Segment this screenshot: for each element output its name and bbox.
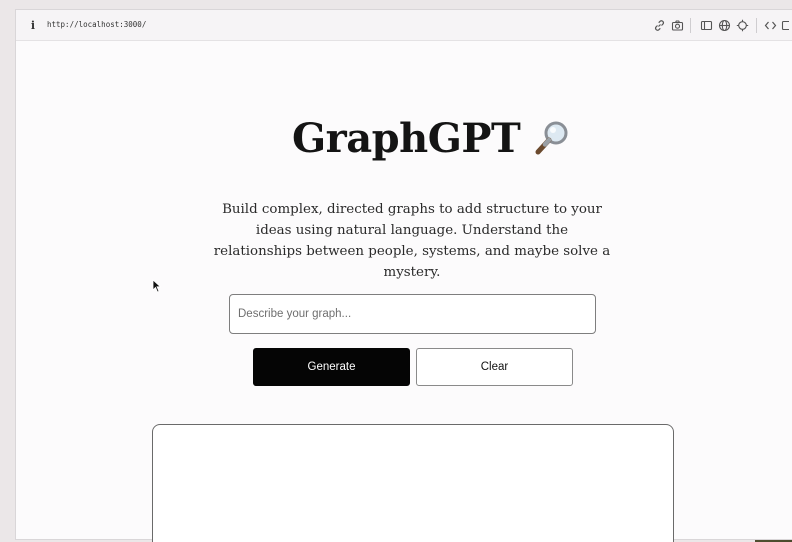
link-icon[interactable] <box>653 19 666 32</box>
generate-button[interactable]: Generate <box>253 348 410 386</box>
info-icon[interactable]: i <box>28 19 38 32</box>
address-bar[interactable]: http://localhost:3000/ <box>47 20 146 29</box>
page-description: Build complex, directed graphs to add st… <box>213 202 611 280</box>
page-title: GraphGPT <box>292 114 521 162</box>
browser-toolbar: i http://localhost:3000/ <box>16 10 792 41</box>
mouse-cursor <box>152 279 162 293</box>
title-row: GraphGPT <box>292 111 572 165</box>
sidebar-icon[interactable] <box>700 19 713 32</box>
screen: 607 i http://localhost:3000/ <box>0 0 792 542</box>
panel-icon[interactable] <box>781 19 789 32</box>
camera-icon[interactable] <box>671 19 684 32</box>
code-icon[interactable] <box>764 19 777 32</box>
graph-description-input[interactable] <box>229 294 596 334</box>
clear-button[interactable]: Clear <box>416 348 573 386</box>
page-content: GraphGPT Build complex, directed graphs … <box>16 41 792 542</box>
magnifier-icon <box>532 118 572 158</box>
toolbar-divider <box>690 18 691 33</box>
graph-canvas[interactable] <box>152 424 674 542</box>
crosshair-icon[interactable] <box>736 19 749 32</box>
browser-window: i http://localhost:3000/ GraphGPT Build … <box>15 9 792 542</box>
toolbar-divider <box>756 18 757 33</box>
globe-icon[interactable] <box>718 19 731 32</box>
